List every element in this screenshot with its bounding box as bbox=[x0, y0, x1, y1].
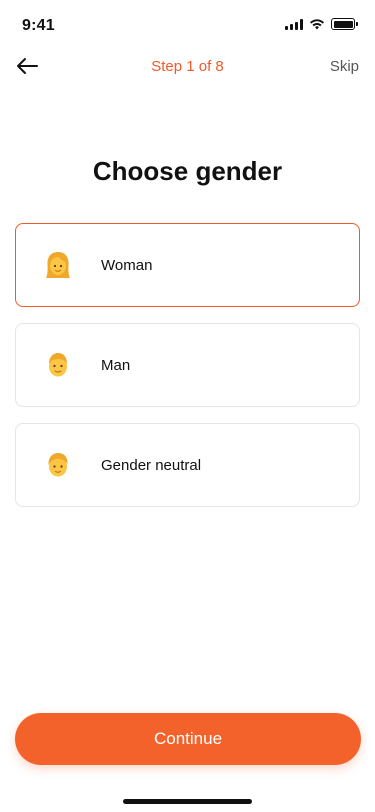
option-woman[interactable]: Woman bbox=[15, 223, 360, 307]
gender-options: Woman Man Gender neutral bbox=[15, 223, 360, 523]
battery-icon bbox=[331, 18, 358, 30]
status-bar: 9:41 bbox=[0, 0, 375, 44]
skip-button[interactable]: Skip bbox=[330, 58, 359, 75]
woman-emoji-icon bbox=[44, 251, 72, 279]
status-time: 9:41 bbox=[22, 17, 55, 34]
wifi-icon bbox=[310, 19, 324, 30]
option-label: Gender neutral bbox=[101, 457, 202, 474]
home-indicator bbox=[123, 799, 252, 804]
status-icons bbox=[285, 18, 358, 30]
step-indicator: Step 1 of 8 bbox=[151, 58, 224, 75]
option-label: Man bbox=[101, 357, 131, 374]
top-nav: Step 1 of 8 Skip bbox=[0, 50, 375, 82]
option-man[interactable]: Man bbox=[15, 323, 360, 407]
man-emoji-icon bbox=[44, 351, 72, 379]
cellular-signal-icon bbox=[285, 18, 303, 30]
continue-button[interactable]: Continue bbox=[15, 713, 361, 765]
option-label: Woman bbox=[101, 257, 153, 274]
page-title: Choose gender bbox=[92, 156, 283, 186]
person-emoji-icon bbox=[44, 451, 72, 479]
option-gender-neutral[interactable]: Gender neutral bbox=[15, 423, 360, 507]
